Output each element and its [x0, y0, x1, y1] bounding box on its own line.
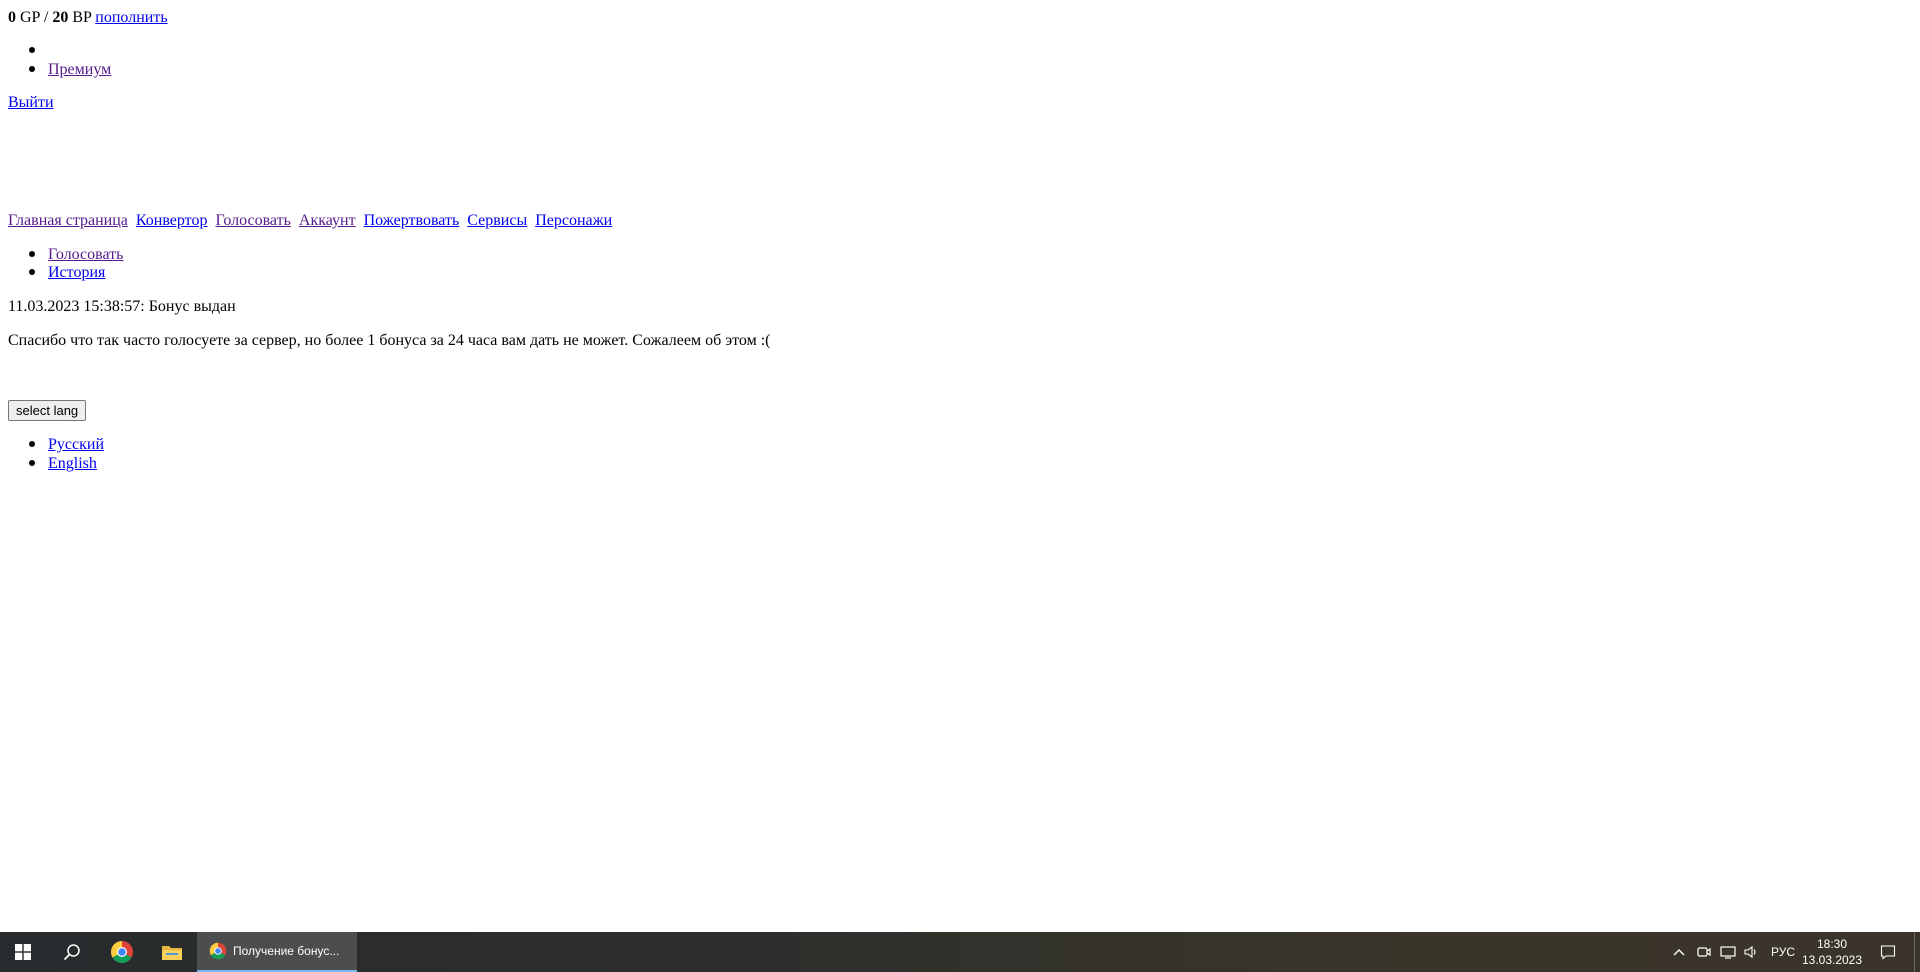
- main-nav: Главная страница Конвертор Голосовать Ак…: [8, 211, 616, 230]
- gp-unit: GP: [20, 9, 40, 26]
- subnav-link-history[interactable]: История: [48, 263, 105, 282]
- clock-time: 18:30: [1816, 937, 1848, 951]
- input-language-label: РУС: [1771, 945, 1796, 959]
- bp-unit: BP: [72, 9, 92, 26]
- logout-link[interactable]: Выйти: [8, 93, 54, 112]
- windows-taskbar: Получение бонус... РУС 18:30 13.03.2023: [0, 932, 1920, 972]
- file-explorer-icon[interactable]: [148, 932, 196, 972]
- nav-link-characters[interactable]: Персонажи: [535, 212, 612, 229]
- topup-link[interactable]: пополнить: [95, 9, 167, 26]
- bonus-status-text: 11.03.2023 15:38:57: Бонус выдан: [8, 298, 236, 315]
- clock-date: 13.03.2023: [1801, 953, 1863, 967]
- nav-link-donate[interactable]: Пожертвовать: [364, 212, 460, 229]
- nav-link-converter[interactable]: Конвертор: [136, 212, 208, 229]
- nav-link-vote[interactable]: Голосовать: [215, 212, 290, 229]
- list-bullet: [29, 251, 35, 257]
- windows-start-icon[interactable]: [0, 932, 46, 972]
- list-bullet: [29, 269, 35, 275]
- list-bullet: [29, 47, 35, 53]
- meet-now-icon[interactable]: [1696, 932, 1712, 972]
- list-bullet: [29, 441, 35, 447]
- taskbar-clock[interactable]: 18:30 13.03.2023: [1796, 936, 1868, 968]
- premium-link[interactable]: Премиум: [48, 60, 111, 79]
- list-bullet: [29, 460, 35, 466]
- input-language-indicator[interactable]: РУС: [1771, 932, 1795, 972]
- network-icon[interactable]: [1720, 932, 1736, 972]
- notification-icon[interactable]: [1880, 932, 1896, 972]
- nav-link-home[interactable]: Главная страница: [8, 212, 128, 229]
- list-bullet: [29, 66, 35, 72]
- vote-limit-message: Спасибо что так часто голосуете за серве…: [8, 332, 771, 349]
- balance-line: 0 GP / 20 BP пополнить: [8, 8, 168, 27]
- chrome-icon[interactable]: [98, 932, 146, 972]
- volume-icon[interactable]: [1743, 932, 1759, 972]
- chrome-icon: [209, 942, 227, 960]
- search-icon[interactable]: [48, 932, 96, 972]
- lang-link-english[interactable]: English: [48, 454, 97, 473]
- lang-link-russian[interactable]: Русский: [48, 435, 104, 454]
- web-page: 0 GP / 20 BP пополнить Премиум Выйти Гла…: [0, 0, 1920, 932]
- subnav-link-vote[interactable]: Голосовать: [48, 245, 123, 264]
- show-desktop-divider[interactable]: [1914, 932, 1915, 972]
- taskbar-window-title: Получение бонус...: [233, 944, 340, 958]
- balance-separator: /: [43, 9, 49, 26]
- taskbar-chrome-window[interactable]: Получение бонус...: [197, 932, 357, 972]
- chevron-up-icon[interactable]: [1672, 932, 1686, 972]
- gp-value: 0: [8, 9, 16, 26]
- select-lang-button[interactable]: select lang: [8, 400, 87, 421]
- nav-link-services[interactable]: Сервисы: [467, 212, 527, 229]
- nav-link-account[interactable]: Аккаунт: [299, 212, 356, 229]
- bp-value: 20: [52, 9, 69, 26]
